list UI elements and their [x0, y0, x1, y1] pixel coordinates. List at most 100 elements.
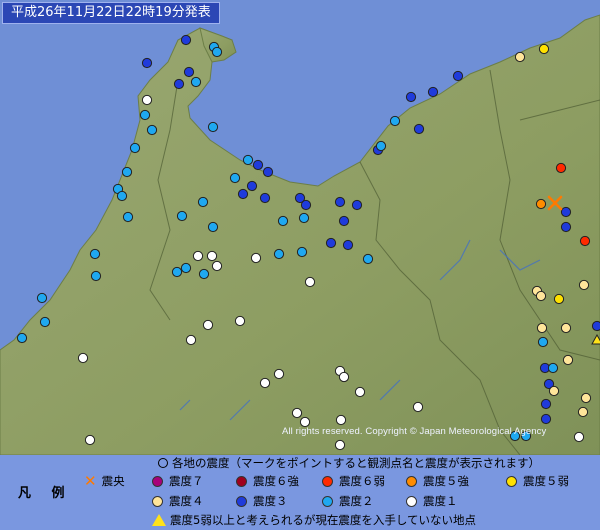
station-marker [129, 142, 141, 154]
epicenter-cross-icon: ✕ [84, 471, 97, 490]
station-marker [553, 293, 565, 305]
copyright-notice: All rights reserved. Copyright © Japan M… [282, 426, 547, 437]
intensity-1-dot-icon [406, 495, 417, 507]
station-marker [84, 434, 96, 446]
station-marker [211, 260, 223, 272]
station-marker [334, 196, 346, 208]
station-marker [173, 78, 185, 90]
circle-icon [158, 458, 168, 468]
station-marker [176, 210, 188, 222]
station-marker [185, 334, 197, 346]
intensity-5plus-dot-icon [406, 475, 417, 487]
legend-caption: 凡 例 [18, 486, 73, 501]
legend-item-unreported: 震度5弱以上と考えられるが現在震度を入手していない地点 [152, 512, 476, 528]
station-marker [548, 385, 560, 397]
station-marker [277, 215, 289, 227]
station-marker [405, 91, 417, 103]
legend-item-6plus: 震度６強 [236, 473, 299, 489]
station-marker [90, 270, 102, 282]
station-marker [211, 46, 223, 58]
station-marker [180, 262, 192, 274]
station-marker [16, 332, 28, 344]
station-marker [121, 166, 133, 178]
station-marker [555, 162, 567, 174]
legend-item-1: 震度１ [406, 493, 458, 509]
intensity-6plus-dot-icon [236, 475, 247, 487]
intensity-7-dot-icon [152, 475, 163, 487]
station-marker [342, 239, 354, 251]
station-marker [580, 392, 592, 404]
station-marker [291, 407, 303, 419]
intensity-5minus-dot-icon [506, 475, 517, 487]
station-marker [234, 315, 246, 327]
station-marker [273, 368, 285, 380]
station-marker [578, 279, 590, 291]
legend-epicenter: ✕ 震央 [84, 471, 125, 490]
station-marker [259, 377, 271, 389]
station-marker [338, 371, 350, 383]
station-marker [562, 354, 574, 366]
station-marker [547, 362, 559, 374]
station-marker [77, 352, 89, 364]
station-marker [591, 320, 600, 332]
legend-item-4: 震度４ [152, 493, 204, 509]
station-marker [540, 413, 552, 425]
station-marker [298, 212, 310, 224]
station-marker [334, 439, 346, 451]
intensity-6minus-dot-icon [322, 475, 333, 487]
station-marker [39, 316, 51, 328]
legend-panel: 凡 例 各地の震度（マークをポイントすると観測点名と震度が表示されます） ✕ 震… [0, 455, 600, 530]
station-marker [141, 57, 153, 69]
station-marker [139, 109, 151, 121]
station-marker [351, 199, 363, 211]
station-marker [259, 192, 271, 204]
station-marker [325, 237, 337, 249]
station-marker [389, 115, 401, 127]
station-marker [427, 86, 439, 98]
station-marker [560, 322, 572, 334]
legend-item-5minus: 震度５弱 [506, 473, 569, 489]
station-marker [198, 268, 210, 280]
station-marker [207, 121, 219, 133]
station-marker [413, 123, 425, 135]
station-marker [207, 221, 219, 233]
station-marker [560, 221, 572, 233]
station-marker [304, 276, 316, 288]
station-marker [206, 250, 218, 262]
station-marker [141, 94, 153, 106]
station-marker [538, 43, 550, 55]
station-marker [171, 266, 183, 278]
station-marker [246, 180, 258, 192]
station-marker [202, 319, 214, 331]
station-marker [262, 166, 274, 178]
legend-item-7: 震度７ [152, 473, 204, 489]
station-marker [452, 70, 464, 82]
legend-item-2: 震度２ [322, 493, 374, 509]
station-marker [577, 406, 589, 418]
station-marker [273, 248, 285, 260]
legend-item-6minus: 震度６弱 [322, 473, 385, 489]
station-marker [252, 159, 264, 171]
station-marker [237, 188, 249, 200]
station-marker [338, 215, 350, 227]
station-marker [354, 386, 366, 398]
intensity-4-dot-icon [152, 495, 163, 507]
station-marker [89, 248, 101, 260]
legend-item-5plus: 震度５強 [406, 473, 469, 489]
station-marker [197, 196, 209, 208]
station-marker [296, 246, 308, 258]
station-marker [537, 336, 549, 348]
station-marker [579, 235, 591, 247]
intensity-2-dot-icon [322, 495, 333, 507]
station-marker [412, 401, 424, 413]
warning-triangle-icon [152, 514, 166, 526]
station-marker [560, 206, 572, 218]
station-marker [36, 292, 48, 304]
station-marker [146, 124, 158, 136]
station-marker [540, 398, 552, 410]
station-marker [116, 190, 128, 202]
station-marker [335, 414, 347, 426]
station-marker [536, 322, 548, 334]
seismic-intensity-map [0, 0, 600, 455]
station-marker [535, 290, 547, 302]
